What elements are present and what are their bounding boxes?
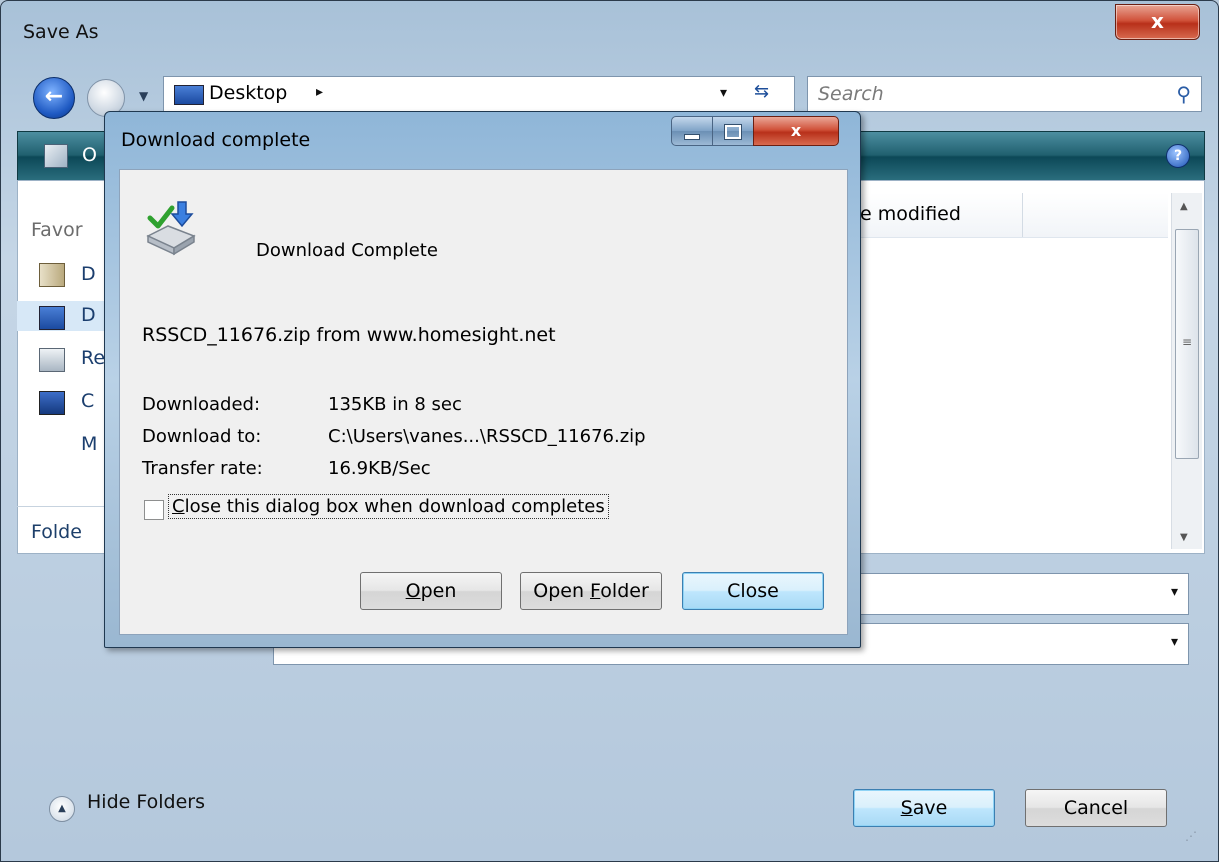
- download-to-value: C:\Users\vanes...\RSSCD_11676.zip: [328, 426, 646, 447]
- scroll-up-icon[interactable]: ▲: [1180, 201, 1188, 212]
- dialog-title: Download complete: [121, 129, 311, 151]
- minimize-icon: [684, 133, 700, 140]
- save-button[interactable]: Save: [853, 789, 995, 827]
- save-as-title: Save As: [23, 21, 99, 43]
- sidebar-item-computer[interactable]: C: [81, 390, 94, 412]
- desktop-icon: [174, 85, 204, 105]
- search-icon[interactable]: ⚲: [1176, 82, 1191, 106]
- open-button[interactable]: Open: [360, 572, 502, 610]
- column-header-label[interactable]: e modified: [860, 203, 961, 225]
- cancel-button[interactable]: Cancel: [1025, 789, 1167, 827]
- open-rest: pen: [420, 580, 457, 602]
- minimize-button[interactable]: [671, 116, 713, 146]
- open-folder-rest: older: [600, 580, 649, 602]
- search-placeholder: Search: [818, 83, 884, 105]
- download-to-label: Download to:: [142, 426, 262, 447]
- folders-divider: [17, 506, 113, 507]
- open-accel: O: [405, 580, 421, 602]
- maximize-icon: [725, 124, 741, 139]
- file-list: e modified ▲ ≡ ▼: [831, 180, 1205, 554]
- resize-grip-icon[interactable]: ⋰: [1185, 829, 1197, 843]
- open-folder-button[interactable]: Open Folder: [520, 572, 662, 610]
- breadcrumb-arrow-icon[interactable]: ▸: [316, 84, 323, 100]
- folders-toggle[interactable]: Folde: [31, 521, 82, 543]
- save-as-close-button[interactable]: x: [1115, 4, 1200, 40]
- grip-icon: ≡: [1182, 335, 1193, 349]
- downloaded-value: 135KB in 8 sec: [328, 394, 462, 415]
- dialog-close-button[interactable]: x: [753, 116, 839, 146]
- column-divider[interactable]: [1022, 193, 1023, 237]
- close-when-done-accel: C: [172, 496, 185, 517]
- computer-icon[interactable]: [39, 391, 65, 415]
- open-folder-accel: F: [590, 580, 601, 602]
- sidebar-item-documents[interactable]: D: [81, 263, 96, 285]
- organize-button-partial[interactable]: O: [82, 144, 97, 166]
- transfer-rate-label: Transfer rate:: [142, 458, 263, 479]
- address-location[interactable]: Desktop: [209, 82, 287, 104]
- dialog-body: Download Complete RSSCD_11676.zip from w…: [119, 169, 848, 635]
- desktop-icon[interactable]: [39, 306, 65, 330]
- chevron-up-icon[interactable]: ▲: [49, 796, 75, 822]
- back-arrow-icon[interactable]: ←: [33, 77, 75, 119]
- refresh-icon[interactable]: ⇆: [754, 81, 769, 102]
- close-button[interactable]: Close: [682, 572, 824, 610]
- scroll-thumb[interactable]: ≡: [1175, 229, 1199, 459]
- help-icon[interactable]: ?: [1166, 144, 1190, 168]
- close-when-done-rest: lose this dialog box when download compl…: [184, 496, 605, 517]
- chevron-down-icon[interactable]: ▾: [1171, 584, 1178, 600]
- downloaded-label: Downloaded:: [142, 394, 261, 415]
- address-bar[interactable]: Desktop ▸ ▾ ⇆: [163, 76, 795, 112]
- history-dropdown-icon[interactable]: ▼: [139, 89, 148, 103]
- address-dropdown-icon[interactable]: ▾: [720, 85, 727, 101]
- organize-icon[interactable]: [44, 144, 68, 168]
- open-folder-prefix: Open: [533, 580, 591, 602]
- scroll-down-icon[interactable]: ▼: [1180, 532, 1188, 543]
- column-header-date-modified[interactable]: e modified: [832, 193, 1168, 238]
- save-label-rest: ave: [912, 797, 948, 819]
- sidebar-item-desktop[interactable]: D: [81, 304, 96, 326]
- chevron-down-icon[interactable]: ▾: [1171, 634, 1178, 650]
- sidebar-item-recent[interactable]: Re: [81, 347, 105, 369]
- hide-folders-button[interactable]: Hide Folders: [87, 791, 205, 813]
- search-input[interactable]: Search ⚲: [807, 76, 1202, 112]
- transfer-rate-value: 16.9KB/Sec: [328, 458, 431, 479]
- close-when-done-checkbox[interactable]: [144, 500, 164, 520]
- sidebar-item-more[interactable]: M: [81, 433, 97, 455]
- close-when-done-label[interactable]: Close this dialog box when download comp…: [168, 494, 609, 519]
- download-complete-icon: [146, 201, 196, 256]
- save-accel: S: [900, 797, 913, 819]
- maximize-button[interactable]: [712, 116, 754, 146]
- file-list-scrollbar[interactable]: ▲ ≡ ▼: [1171, 193, 1202, 549]
- documents-icon[interactable]: [39, 263, 65, 287]
- download-complete-dialog: Download complete x Download Complete RS…: [104, 111, 861, 648]
- recent-places-icon[interactable]: [39, 348, 65, 372]
- download-source: RSSCD_11676.zip from www.homesight.net: [142, 324, 556, 346]
- download-heading: Download Complete: [256, 240, 438, 261]
- favorite-links-heading: Favor: [31, 219, 83, 241]
- sidebar-item-highlight: [17, 301, 113, 331]
